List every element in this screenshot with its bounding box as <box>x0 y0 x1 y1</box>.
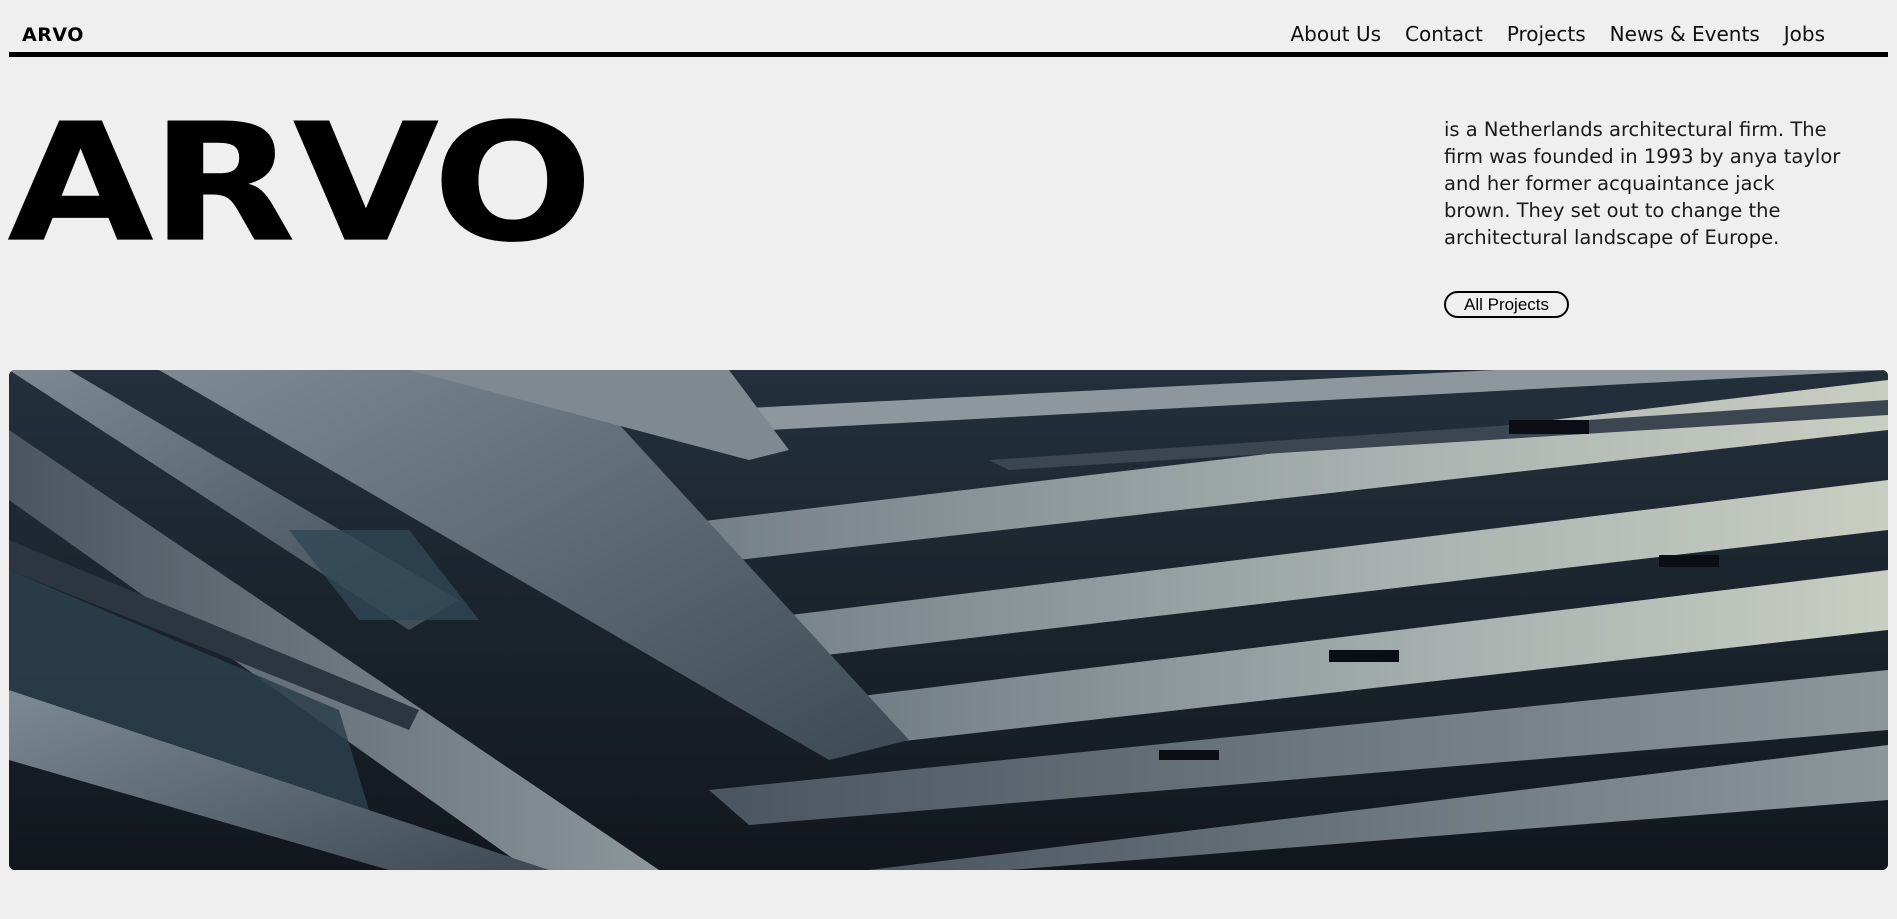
site-logo[interactable]: ARVO <box>22 24 84 46</box>
hero-description: is a Netherlands architectural firm. The… <box>1444 118 1841 249</box>
nav-link-contact[interactable]: Contact <box>1405 22 1483 46</box>
nav-link-news-events[interactable]: News & Events <box>1610 22 1760 46</box>
hero-building-image <box>9 370 1888 870</box>
building-facade-illustration <box>9 370 1888 870</box>
top-navigation: ARVO About Us Contact Projects News & Ev… <box>9 0 1888 57</box>
all-projects-button[interactable]: All Projects <box>1444 291 1569 318</box>
nav-link-jobs[interactable]: Jobs <box>1784 22 1825 46</box>
nav-link-projects[interactable]: Projects <box>1507 22 1586 46</box>
hero-title: ARVO <box>7 88 594 279</box>
main-menu: About Us Contact Projects News & Events … <box>1290 22 1825 46</box>
nav-link-about-us[interactable]: About Us <box>1290 22 1381 46</box>
